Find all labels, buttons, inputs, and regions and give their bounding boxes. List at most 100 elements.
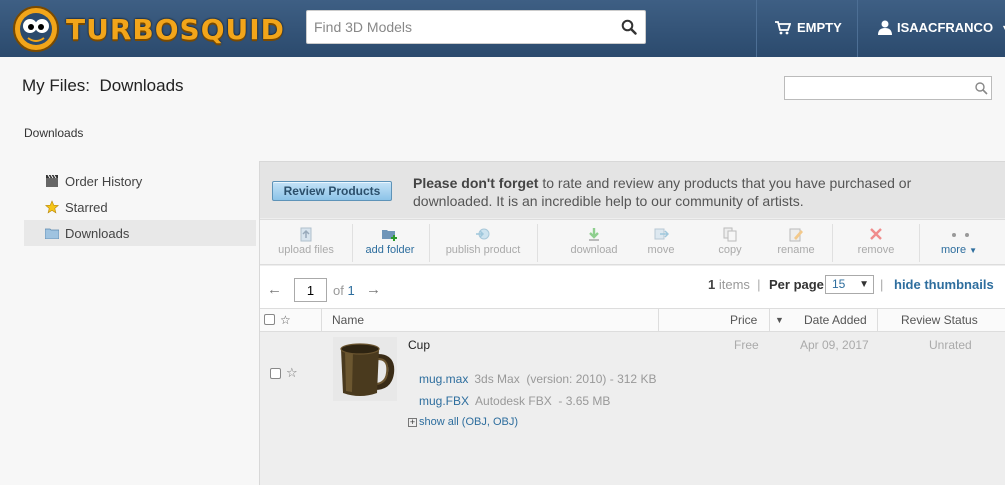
promo-message: Please don't forget to rate and review a… xyxy=(413,174,973,210)
product-thumbnail[interactable] xyxy=(333,337,397,401)
search-input[interactable] xyxy=(307,11,607,43)
files-panel: Review Products Please don't forget to r… xyxy=(259,161,1005,485)
upload-icon xyxy=(300,227,312,242)
chevron-down-icon: ▼ xyxy=(859,279,869,290)
top-navigation-bar: TURBOSQUID EMPTY ISAACFRANCO ▼ xyxy=(0,0,1005,57)
show-all-formats-link[interactable]: + show all (OBJ, OBJ) xyxy=(408,416,518,428)
cart-label: EMPTY xyxy=(797,20,842,35)
star-icon xyxy=(45,200,59,214)
more-actions-button[interactable]: more ▼ xyxy=(925,220,993,264)
add-folder-button[interactable]: add folder xyxy=(352,220,428,264)
sidebar-item-label: Order History xyxy=(65,173,143,189)
cart-button[interactable]: EMPTY xyxy=(775,20,842,35)
turbosquid-logo[interactable]: TURBOSQUID xyxy=(10,4,290,54)
brand-wordmark: TURBOSQUID xyxy=(66,13,285,46)
page-title: My Files: Downloads xyxy=(22,76,184,95)
mug-image xyxy=(340,343,395,396)
column-divider xyxy=(321,309,322,331)
folder-icon xyxy=(45,228,59,239)
download-icon xyxy=(589,228,599,241)
user-menu[interactable]: ISAACFRANCO ▼ xyxy=(878,20,1005,35)
total-pages[interactable]: 1 xyxy=(347,283,354,298)
nav-divider xyxy=(756,0,757,57)
row-checkbox[interactable] xyxy=(270,368,281,382)
search-icon[interactable] xyxy=(974,81,988,95)
page-number-input[interactable] xyxy=(294,278,327,302)
prev-page-arrow[interactable]: ← xyxy=(267,281,282,298)
nav-divider xyxy=(857,0,858,57)
copy-icon xyxy=(723,227,737,242)
column-review-status[interactable]: Review Status xyxy=(901,309,978,331)
file-link[interactable]: mug.FBX xyxy=(419,394,469,408)
per-page-select[interactable]: 15 ▼ xyxy=(825,275,874,294)
sidebar-item-starred[interactable]: Starred xyxy=(24,194,256,220)
search-icon[interactable] xyxy=(621,19,637,35)
toolbar-divider xyxy=(832,224,833,262)
next-page-arrow[interactable]: → xyxy=(366,281,381,298)
user-icon xyxy=(878,20,892,35)
file-toolbar: upload files add folder publish product … xyxy=(260,219,1005,265)
star-icon[interactable]: ☆ xyxy=(280,309,291,331)
sidebar-item-label: Downloads xyxy=(65,225,130,241)
column-price[interactable]: Price xyxy=(730,309,757,331)
remove-button[interactable]: remove xyxy=(842,220,910,264)
sidebar: Order History Starred Downloads xyxy=(24,168,256,246)
move-icon xyxy=(654,228,669,240)
file-entry: mug.FBX Autodesk FBX - 3.65 MB xyxy=(419,394,610,408)
review-products-button[interactable]: Review Products xyxy=(272,181,392,201)
move-button[interactable]: move xyxy=(630,220,692,264)
table-row[interactable]: ☆ Cup Free Apr 09, 2017 Unrated mug.max 3… xyxy=(260,333,1005,485)
sidebar-item-downloads[interactable]: Downloads xyxy=(24,220,256,246)
separator: | xyxy=(880,277,884,292)
review-promo: Review Products Please don't forget to r… xyxy=(260,162,1005,218)
file-info: Autodesk FBX - 3.65 MB xyxy=(475,394,611,408)
rename-icon xyxy=(789,228,803,242)
remove-icon xyxy=(870,228,882,240)
download-button[interactable]: download xyxy=(560,220,628,264)
star-icon[interactable]: ☆ xyxy=(286,365,298,381)
item-count: 1 items | xyxy=(708,277,761,292)
sidebar-item-label: Starred xyxy=(65,199,108,215)
file-entry: mug.max 3ds Max (version: 2010) - 312 KB xyxy=(419,372,656,386)
product-name[interactable]: Cup xyxy=(408,338,430,352)
sidebar-item-order-history[interactable]: Order History xyxy=(24,168,256,194)
more-dots-icon xyxy=(952,233,969,237)
hide-thumbnails-link[interactable]: hide thumbnails xyxy=(894,277,994,292)
file-filter xyxy=(784,76,992,100)
filter-input[interactable] xyxy=(785,77,970,99)
chevron-down-icon: ▼ xyxy=(969,246,977,255)
toolbar-divider xyxy=(919,224,920,262)
column-date-added[interactable]: Date Added xyxy=(804,309,867,331)
table-header: ☆ Name Price ▼ Date Added Review Status xyxy=(260,308,1005,332)
column-divider xyxy=(658,309,659,331)
chevron-down-icon: ▼ xyxy=(1001,23,1005,33)
column-divider xyxy=(769,309,770,331)
toolbar-divider xyxy=(537,224,538,262)
column-name[interactable]: Name xyxy=(332,309,364,331)
product-price: Free xyxy=(734,338,759,352)
publish-product-button[interactable]: publish product xyxy=(429,220,537,264)
promo-bold-text: Please don't forget xyxy=(413,175,539,191)
copy-button[interactable]: copy xyxy=(700,220,760,264)
file-info: 3ds Max (version: 2010) - 312 KB xyxy=(474,372,657,386)
breadcrumb[interactable]: Downloads xyxy=(24,126,83,140)
file-link[interactable]: mug.max xyxy=(419,372,468,386)
review-status: Unrated xyxy=(929,338,972,352)
user-name: ISAACFRANCO xyxy=(897,20,994,35)
page-total: of 1 xyxy=(333,283,355,298)
upload-files-button[interactable]: upload files xyxy=(260,220,352,264)
per-page-label: Per page: xyxy=(769,277,829,292)
sort-desc-icon[interactable]: ▼ xyxy=(775,309,784,331)
clapperboard-icon xyxy=(46,174,58,187)
cart-icon xyxy=(775,20,791,34)
squid-mascot-icon xyxy=(13,6,59,52)
add-folder-icon xyxy=(382,230,397,241)
publish-icon xyxy=(476,228,490,240)
pagination-bar: ← of 1 → 1 items | Per page: 15 ▼ | hide… xyxy=(260,266,1005,308)
expand-plus-icon: + xyxy=(408,416,417,427)
site-search xyxy=(306,10,646,44)
column-divider xyxy=(877,309,878,331)
date-added: Apr 09, 2017 xyxy=(800,338,869,352)
select-all-checkbox[interactable] xyxy=(264,314,275,328)
rename-button[interactable]: rename xyxy=(765,220,827,264)
